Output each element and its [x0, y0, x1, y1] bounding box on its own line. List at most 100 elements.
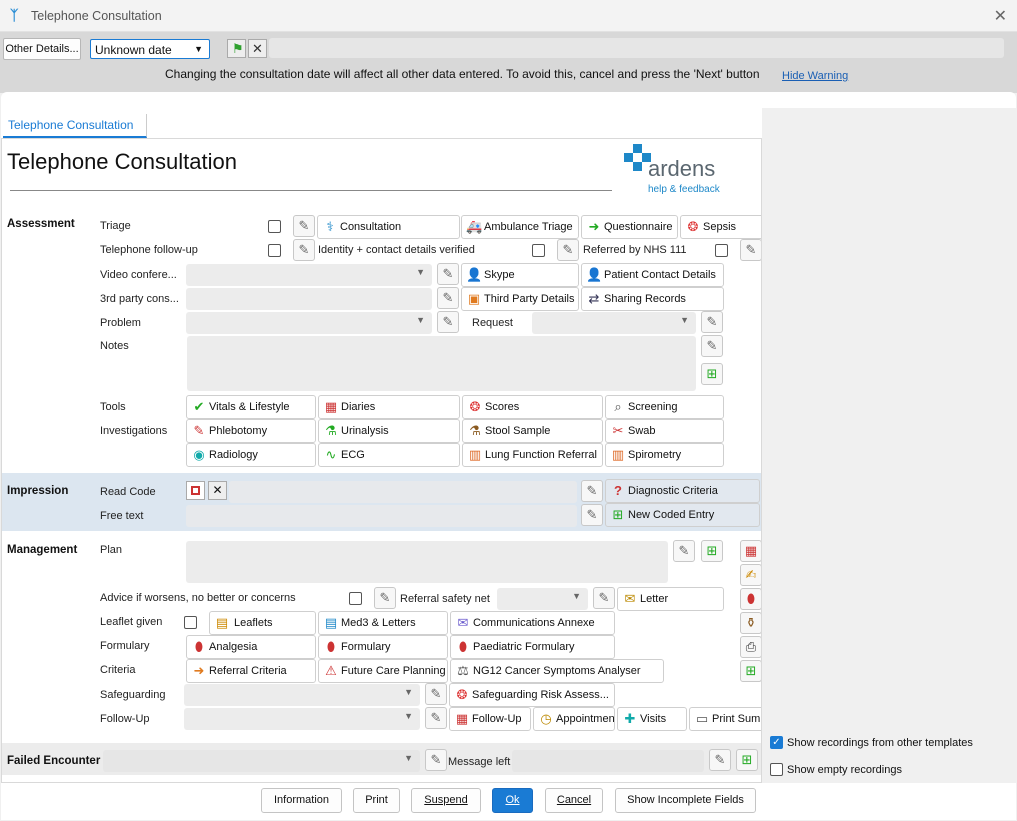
safeguarding-risk-button[interactable]: ❂ Safeguarding Risk Assess...	[449, 683, 615, 707]
failed-encounter-select[interactable]: ▼	[103, 750, 420, 772]
pencil-icon[interactable]: ✎	[581, 504, 603, 526]
radiology-button[interactable]: ◉ Radiology	[186, 443, 316, 467]
show-recordings-checkbox[interactable]: ✓	[770, 736, 783, 749]
questionnaire-button[interactable]: ➜ Questionnaire	[581, 215, 678, 239]
pencil-icon[interactable]: ✎	[673, 540, 695, 562]
vitals-button[interactable]: ✔ Vitals & Lifestyle	[186, 395, 316, 419]
print-summary-button[interactable]: ▭Print Summ	[689, 707, 761, 731]
pencil-icon[interactable]: ✎	[701, 311, 723, 333]
flag-button[interactable]: ⚑	[227, 39, 246, 58]
referred-nhs111-checkbox[interactable]	[715, 244, 728, 257]
pencil-icon[interactable]: ✎	[709, 749, 731, 771]
ardens-logo[interactable]: ardens help & feedback	[624, 144, 734, 199]
pencil-icon[interactable]: ✎	[293, 215, 315, 237]
spirometry-button[interactable]: ▥ Spirometry	[605, 443, 724, 467]
add-note-icon[interactable]: ⊞	[701, 540, 723, 562]
information-button[interactable]: Information	[261, 788, 342, 813]
pencil-icon[interactable]: ✎	[593, 587, 615, 609]
pencil-icon[interactable]: ✎	[437, 287, 459, 309]
ng12-button[interactable]: ⚖ NG12 Cancer Symptoms Analyser	[450, 659, 664, 683]
consultation-button[interactable]: ⚕ Consultation	[317, 215, 460, 239]
clear-read-code-button[interactable]: ✕	[208, 481, 227, 500]
patient-contact-button[interactable]: 👤 Patient Contact Details	[581, 263, 724, 287]
leaflets-button[interactable]: ▤ Leaflets	[209, 611, 316, 635]
swab-button[interactable]: ✂ Swab	[605, 419, 724, 443]
ambulance-triage-button[interactable]: 🚑 Ambulance Triage	[461, 215, 579, 239]
cancel-button[interactable]: Cancel	[545, 788, 603, 813]
ok-button[interactable]: Ok	[492, 788, 533, 813]
pencil-icon[interactable]: ✎	[701, 335, 723, 357]
new-coded-entry-button[interactable]: ⊞ New Coded Entry	[605, 503, 760, 527]
stool-sample-button[interactable]: ⚗ Stool Sample	[462, 419, 603, 443]
scores-button[interactable]: ❂ Scores	[462, 395, 603, 419]
pencil-icon[interactable]: ✎	[557, 239, 579, 261]
message-left-input[interactable]	[512, 750, 704, 772]
pencil-icon[interactable]: ✎	[740, 239, 761, 261]
add-print-icon[interactable]: ⊞	[740, 660, 761, 682]
urinalysis-button[interactable]: ⚗ Urinalysis	[318, 419, 460, 443]
letter-button[interactable]: ✉ Letter	[617, 587, 724, 611]
third-party-details-button[interactable]: ▣ Third Party Details	[461, 287, 579, 311]
show-incomplete-button[interactable]: Show Incomplete Fields	[615, 788, 756, 813]
screening-button[interactable]: ⌕ Screening	[605, 395, 724, 419]
diagnostic-criteria-button[interactable]: ? Diagnostic Criteria	[605, 479, 760, 503]
formulary-button[interactable]: ⬮ Formulary	[318, 635, 448, 659]
plan-textarea[interactable]	[186, 541, 668, 583]
tab-telephone-consultation[interactable]: Telephone Consultation	[3, 114, 147, 138]
diaries-button[interactable]: ▦ Diaries	[318, 395, 460, 419]
med3-button[interactable]: ▤ Med3 & Letters	[318, 611, 448, 635]
telephone-followup-checkbox[interactable]	[268, 244, 281, 257]
problem-select[interactable]: ▼	[186, 312, 432, 334]
help-feedback-link[interactable]: help & feedback	[648, 184, 720, 195]
close-icon[interactable]: ✕	[994, 6, 1007, 26]
calendar-icon[interactable]: ▦	[740, 540, 761, 562]
notes-textarea[interactable]	[187, 336, 696, 391]
followup-select[interactable]: ▼	[184, 708, 420, 730]
pencil-icon[interactable]: ✎	[374, 587, 396, 609]
pencil-icon[interactable]: ✎	[581, 480, 603, 502]
request-select[interactable]: ▼	[532, 312, 696, 334]
suspend-button[interactable]: Suspend	[411, 788, 481, 813]
pill-icon[interactable]: ⬮	[740, 588, 761, 610]
bottle-icon[interactable]: ⚱	[740, 612, 761, 634]
date-select[interactable]: Unknown date ▼	[90, 39, 210, 59]
lung-function-button[interactable]: ▥ Lung Function Referral	[462, 443, 603, 467]
sepsis-button[interactable]: ❂ Sepsis	[680, 215, 761, 239]
skype-button[interactable]: 👤 Skype	[461, 263, 579, 287]
referral-criteria-button[interactable]: ➜ Referral Criteria	[186, 659, 316, 683]
add-note-icon[interactable]: ⊞	[701, 363, 723, 385]
printer-icon[interactable]: ⎙	[740, 636, 761, 658]
pencil-icon[interactable]: ✎	[425, 707, 447, 729]
pencil-icon[interactable]: ✎	[437, 263, 459, 285]
video-select[interactable]: ▼	[186, 264, 432, 286]
add-note-icon[interactable]: ⊞	[736, 749, 758, 771]
advice-checkbox[interactable]	[349, 592, 362, 605]
referral-safety-net-select[interactable]: ▼	[497, 588, 588, 610]
show-empty-checkbox[interactable]	[770, 763, 783, 776]
pencil-icon[interactable]: ✎	[425, 683, 447, 705]
print-button[interactable]: Print	[353, 788, 400, 813]
pencil-icon[interactable]: ✎	[293, 239, 315, 261]
other-details-button[interactable]: Other Details...	[3, 38, 81, 60]
pencil-icon[interactable]: ✎	[425, 749, 447, 771]
identity-checkbox[interactable]	[532, 244, 545, 257]
safeguarding-select[interactable]: ▼	[184, 684, 420, 706]
phlebotomy-button[interactable]: ✎ Phlebotomy	[186, 419, 316, 443]
future-care-button[interactable]: ⚠ Future Care Planning	[318, 659, 448, 683]
appointment-button[interactable]: ◷ Appointmen...	[533, 707, 615, 731]
date-text-input[interactable]	[269, 38, 1004, 58]
pencil-icon[interactable]: ✎	[437, 311, 459, 333]
leaflet-given-checkbox[interactable]	[184, 616, 197, 629]
paediatric-formulary-button[interactable]: ⬮ Paediatric Formulary	[450, 635, 615, 659]
communications-annexe-button[interactable]: ✉ Communications Annexe	[450, 611, 615, 635]
read-code-input[interactable]	[229, 481, 577, 503]
followup-button[interactable]: ▦ Follow-Up	[449, 707, 531, 731]
sharing-records-button[interactable]: ⇄ Sharing Records	[581, 287, 724, 311]
read-code-picker[interactable]	[186, 481, 205, 500]
triage-checkbox[interactable]	[268, 220, 281, 233]
free-text-input[interactable]	[186, 505, 577, 527]
hide-warning-link[interactable]: Hide Warning	[782, 70, 848, 82]
clear-date-button[interactable]: ✕	[248, 39, 267, 58]
note-edit-icon[interactable]: ✍	[740, 564, 761, 586]
ecg-button[interactable]: ∿ ECG	[318, 443, 460, 467]
